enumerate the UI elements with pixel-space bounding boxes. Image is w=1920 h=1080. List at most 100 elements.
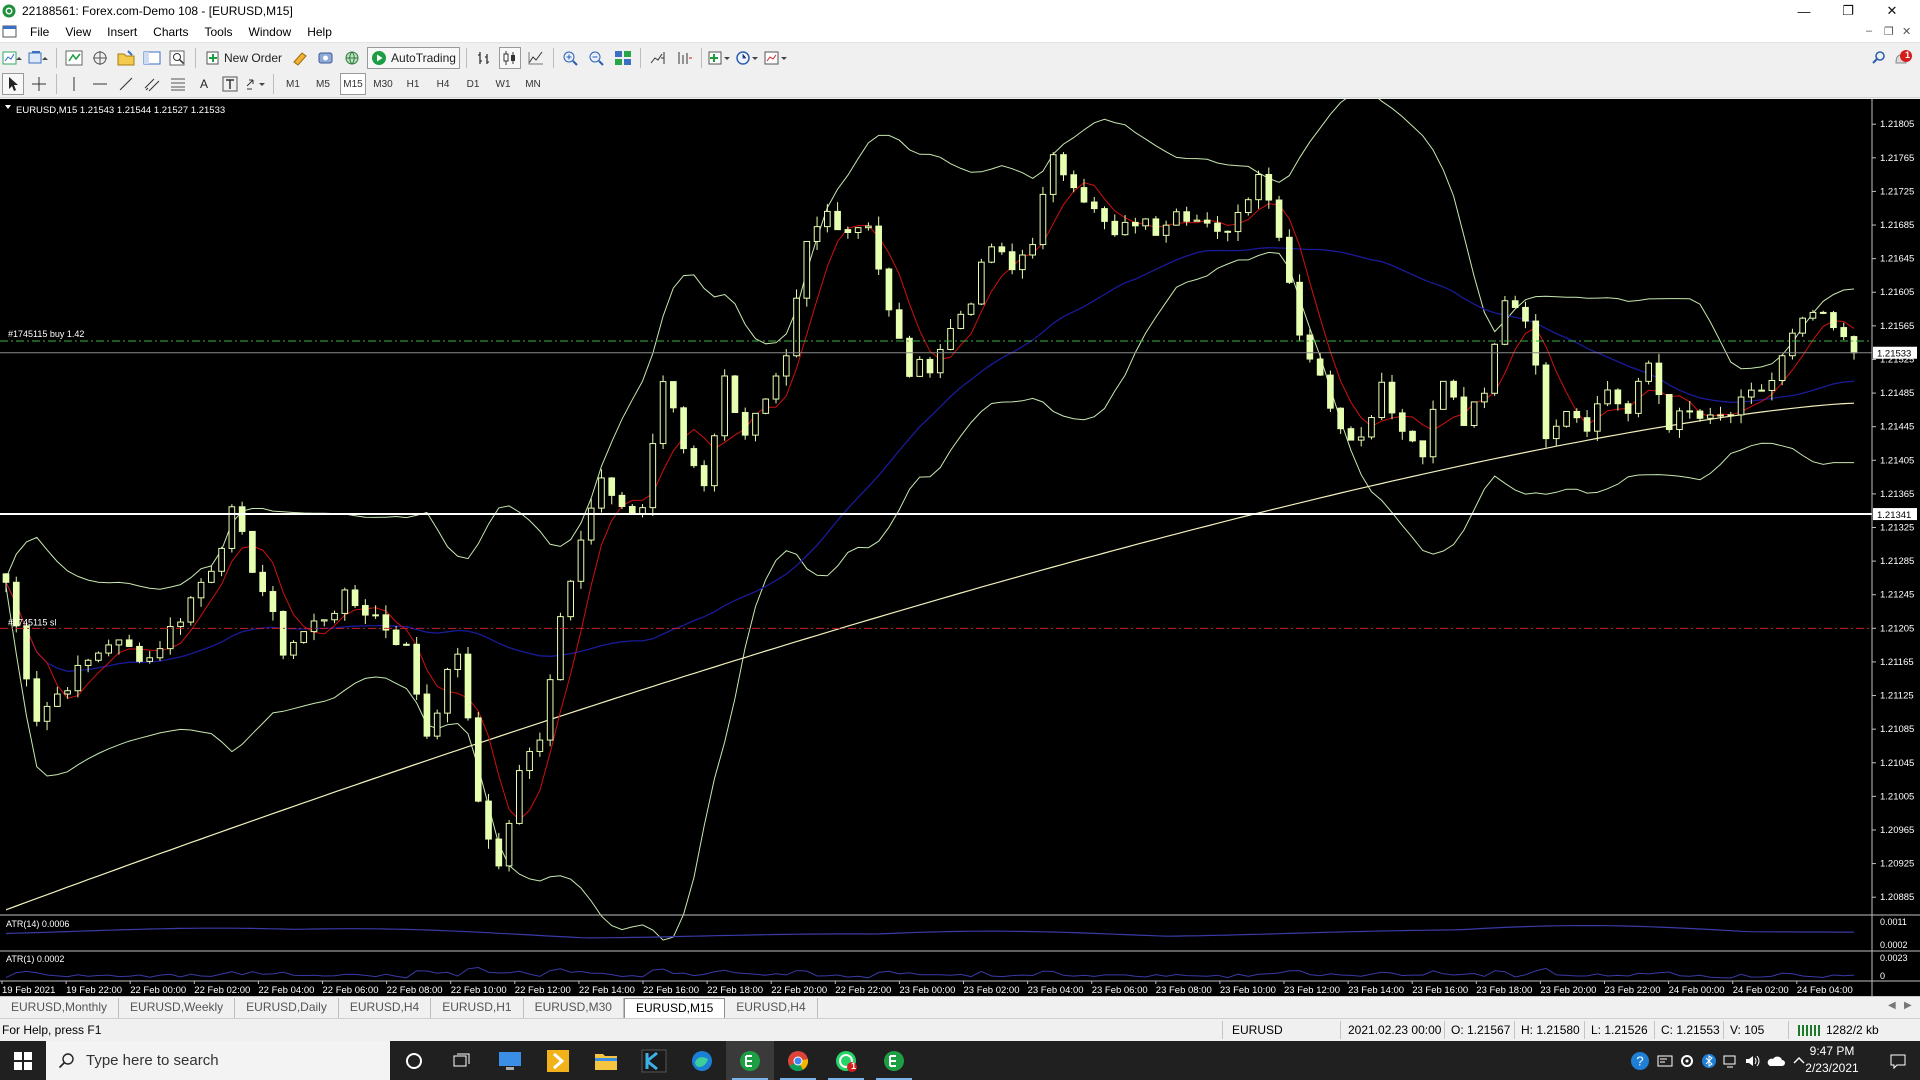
mdi-restore-icon[interactable]: ❐: [1884, 25, 1894, 38]
tab-eurusd-m15[interactable]: EURUSD,M15: [623, 998, 726, 1018]
mdi-close-icon[interactable]: ✕: [1902, 25, 1911, 38]
horizontal-line-button[interactable]: [89, 73, 111, 95]
maximize-button[interactable]: ❐: [1826, 0, 1870, 22]
indicators-button[interactable]: [708, 47, 732, 69]
market-watch-button[interactable]: [63, 47, 85, 69]
equidistant-channel-button[interactable]: [141, 73, 163, 95]
tab-eurusd-weekly[interactable]: EURUSD,Weekly: [119, 998, 236, 1018]
candle-body: [1655, 362, 1663, 396]
zoom-in-button[interactable]: [560, 47, 582, 69]
market-button[interactable]: [341, 47, 363, 69]
tile-windows-button[interactable]: [612, 47, 634, 69]
price-chart[interactable]: #1745115 buy 1.42 #1745115 sl EURUSD,M15 1…: [0, 99, 1920, 996]
new-chart-button[interactable]: [2, 47, 24, 69]
menu-tools[interactable]: Tools: [197, 22, 241, 43]
help-tray-icon[interactable]: ?: [1628, 1041, 1652, 1080]
auto-trading-button[interactable]: AutoTrading: [367, 46, 460, 69]
navigator-button[interactable]: [115, 47, 137, 69]
taskbar-app-chrome[interactable]: [774, 1041, 822, 1080]
strategy-tester-button[interactable]: [167, 47, 189, 69]
task-view-button[interactable]: [438, 1041, 486, 1080]
candle-body: [906, 337, 913, 377]
action-center-button[interactable]: [1876, 1041, 1920, 1080]
text-tool-button[interactable]: A: [193, 73, 215, 95]
tab-eurusd-h4-2[interactable]: EURUSD,H4: [725, 998, 818, 1018]
tab-eurusd-h4[interactable]: EURUSD,H4: [339, 998, 432, 1018]
timeframe-m15[interactable]: M15: [340, 73, 366, 95]
cortana-button[interactable]: [390, 1041, 438, 1080]
data-window-button[interactable]: [89, 47, 111, 69]
timeframe-d1[interactable]: D1: [460, 73, 486, 95]
tab-eurusd-monthly[interactable]: EURUSD,Monthly: [0, 998, 120, 1018]
notifications-button[interactable]: 1: [1892, 47, 1914, 69]
candlesticks-button[interactable]: [498, 46, 521, 69]
arrows-button[interactable]: [245, 73, 267, 95]
zoom-out-icon: [589, 51, 604, 66]
taskbar-app-metatrader-2[interactable]: [870, 1041, 918, 1080]
taskbar-app-explorer[interactable]: [582, 1041, 630, 1080]
candle-body: [854, 227, 862, 233]
metaeditor-button[interactable]: [289, 47, 311, 69]
tab-scroll-right-icon[interactable]: ▶: [1904, 1000, 1912, 1011]
mdi-minimize-icon[interactable]: –: [1866, 25, 1872, 37]
tab-eurusd-h1[interactable]: EURUSD,H1: [431, 998, 524, 1018]
minimize-button[interactable]: —: [1782, 0, 1826, 22]
trendline-button[interactable]: [115, 73, 137, 95]
timeframe-w1[interactable]: W1: [490, 73, 516, 95]
timeframe-m1[interactable]: M1: [280, 73, 306, 95]
tab-eurusd-daily[interactable]: EURUSD,Daily: [235, 998, 339, 1018]
timeframe-m30[interactable]: M30: [370, 73, 396, 95]
timeframe-mn[interactable]: MN: [520, 73, 546, 95]
auto-scroll-button[interactable]: [673, 47, 695, 69]
menu-window[interactable]: Window: [241, 22, 300, 43]
signals-button[interactable]: [315, 47, 337, 69]
zoom-out-button[interactable]: [586, 47, 608, 69]
new-order-button[interactable]: New Order: [202, 47, 285, 69]
taskbar-app-whatsapp[interactable]: 1: [822, 1041, 870, 1080]
bar-chart-button[interactable]: [473, 47, 495, 69]
periods-button[interactable]: [736, 47, 760, 69]
tab-scroll-left-icon[interactable]: ◀: [1888, 1000, 1896, 1011]
tray-network-icon[interactable]: [1720, 1041, 1742, 1080]
candle-body: [998, 246, 1006, 253]
tray-volume-icon[interactable]: [1742, 1041, 1764, 1080]
cursor-tool-button[interactable]: [2, 73, 24, 95]
taskbar-clock[interactable]: 9:47 PM 2/23/2021: [1792, 1043, 1872, 1077]
meet-now-tray-icon[interactable]: [1654, 1041, 1676, 1080]
timeframe-h4[interactable]: H4: [430, 73, 456, 95]
menu-file[interactable]: File: [22, 22, 57, 43]
line-chart-button[interactable]: [525, 47, 547, 69]
fibonacci-button[interactable]: [167, 73, 189, 95]
taskbar-app-monitor[interactable]: [486, 1041, 534, 1080]
close-button[interactable]: ✕: [1870, 0, 1914, 22]
templates-button[interactable]: [764, 47, 788, 69]
taskbar-app-kodi[interactable]: [630, 1041, 678, 1080]
stop-loss-label: #1745115 sl: [8, 617, 56, 627]
timeframe-m5[interactable]: M5: [310, 73, 336, 95]
candle-body: [618, 494, 626, 507]
profiles-button[interactable]: [28, 47, 50, 69]
search-button[interactable]: [1868, 47, 1890, 69]
timeframe-h1[interactable]: H1: [400, 73, 426, 95]
taskbar-app-plex[interactable]: [534, 1041, 582, 1080]
chart-window-icon[interactable]: [2, 25, 18, 39]
menu-insert[interactable]: Insert: [99, 22, 145, 43]
taskbar-search[interactable]: Type here to search: [46, 1041, 390, 1080]
tray-onedrive-icon[interactable]: [1764, 1041, 1788, 1080]
terminal-button[interactable]: [141, 47, 163, 69]
tray-settings-icon[interactable]: [1676, 1041, 1698, 1080]
tab-eurusd-m30[interactable]: EURUSD,M30: [524, 998, 624, 1018]
vertical-line-button[interactable]: [63, 73, 85, 95]
menu-help[interactable]: Help: [299, 22, 340, 43]
start-button[interactable]: [0, 1041, 46, 1080]
tray-bluetooth-icon[interactable]: [1698, 1041, 1720, 1080]
taskbar-app-edge[interactable]: [678, 1041, 726, 1080]
text-label-button[interactable]: [219, 73, 241, 95]
crosshair-tool-button[interactable]: [28, 73, 50, 95]
chart-shift-button[interactable]: [647, 47, 669, 69]
taskbar-app-metatrader[interactable]: [726, 1041, 774, 1080]
menu-charts[interactable]: Charts: [145, 22, 196, 43]
chart-window[interactable]: #1745115 buy 1.42 #1745115 sl EURUSD,M15 1…: [0, 99, 1920, 996]
chart-collapse-icon[interactable]: [5, 105, 11, 109]
menu-view[interactable]: View: [57, 22, 99, 43]
